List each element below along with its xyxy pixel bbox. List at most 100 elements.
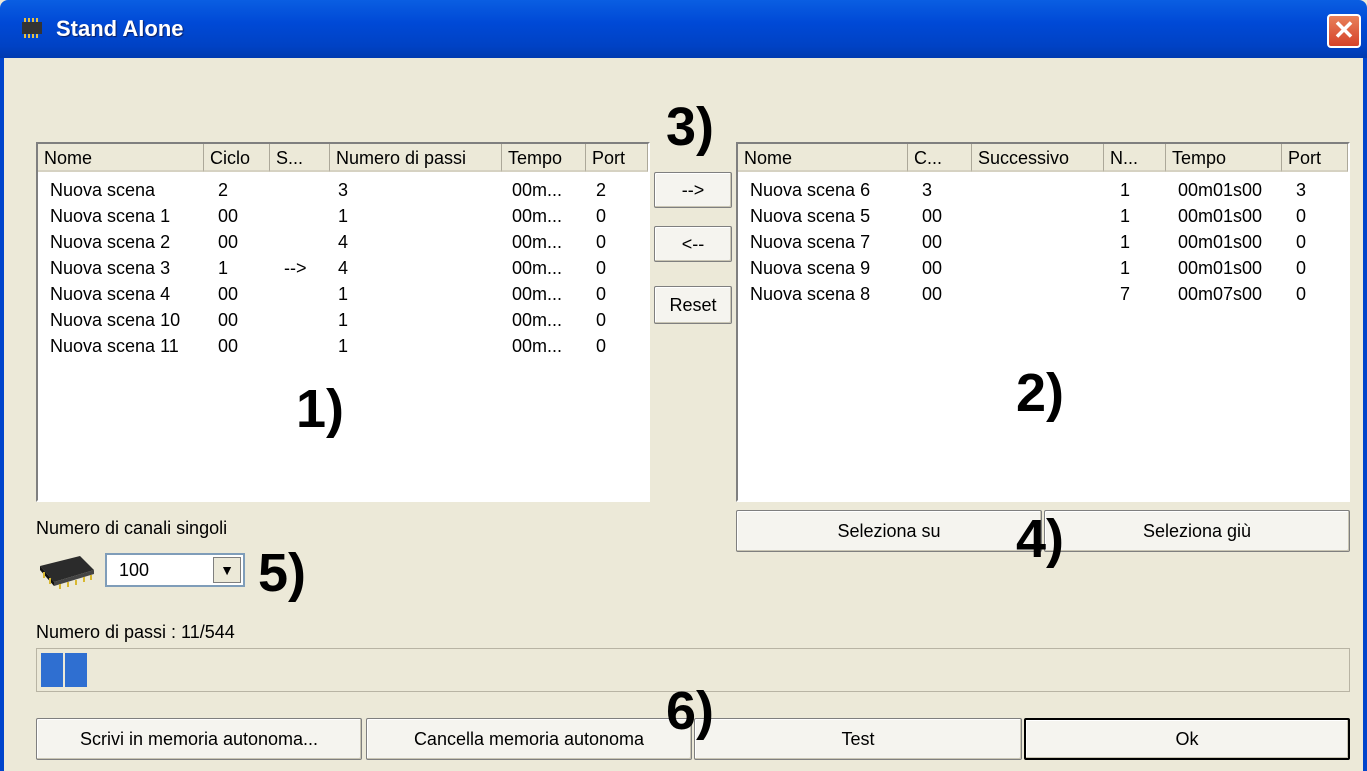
column-header[interactable]: Numero di passi [330, 144, 502, 172]
list-item[interactable]: Nuova scena 5 00 1 00m01s00 0 [738, 203, 1348, 229]
list-cell: 1 [218, 258, 229, 278]
list-cell: 00m... [512, 180, 563, 200]
ok-button[interactable]: Ok [1024, 718, 1350, 760]
channels-label: Numero di canali singoli [36, 518, 228, 538]
column-header[interactable]: Port [1282, 144, 1348, 172]
list-cell: 1 [1120, 258, 1131, 278]
list-cell: 0 [596, 310, 607, 330]
list-cell: 3 [338, 180, 349, 200]
list-cell: 3 [1296, 180, 1307, 200]
annotation-3: 3) [666, 97, 715, 157]
column-header[interactable]: Tempo [1166, 144, 1282, 172]
column-header[interactable]: Successivo [972, 144, 1104, 172]
list-cell: 0 [1296, 232, 1307, 252]
test-button[interactable]: Test [694, 718, 1022, 760]
add-to-memory-button[interactable]: --> [654, 172, 732, 208]
list-item[interactable]: Nuova scena 3 1 --> 4 00m... 0 [38, 255, 648, 281]
annotation-4: 4) [1016, 509, 1065, 569]
list-item[interactable]: Nuova scena 6 3 1 00m01s00 3 [738, 177, 1348, 203]
list-cell: 4 [338, 258, 349, 278]
list-cell: 4 [338, 232, 349, 252]
list-cell: 00 [922, 284, 943, 304]
list-cell: 00m... [512, 232, 563, 252]
list-cell: Nuova scena 10 [50, 310, 181, 330]
list-cell: 00 [218, 336, 239, 356]
list-item[interactable]: Nuova scena 2 3 00m... 2 [38, 177, 648, 203]
list-cell: 00m01s00 [1178, 206, 1263, 226]
chevron-down-icon[interactable]: ▼ [213, 557, 241, 583]
list-cell: 7 [1120, 284, 1131, 304]
list-cell: Nuova scena 4 [50, 284, 171, 304]
erase-memory-button[interactable]: Cancella memoria autonoma [366, 718, 692, 760]
list-cell: 1 [338, 206, 349, 226]
steps-label: Numero di passi : 11/544 [36, 622, 235, 642]
list-item[interactable]: Nuova scena 2 00 4 00m... 0 [38, 229, 648, 255]
column-header[interactable]: Nome [38, 144, 204, 172]
list-cell: 00 [218, 310, 239, 330]
column-header[interactable]: Port [586, 144, 648, 172]
list-cell: Nuova scena 1 [50, 206, 171, 226]
list-cell: 00m01s00 [1178, 232, 1263, 252]
list-cell: 0 [596, 232, 607, 252]
select-down-button[interactable]: Seleziona giù [1044, 510, 1350, 552]
list-cell: Nuova scena 5 [750, 206, 871, 226]
list-cell: Nuova scena 7 [750, 232, 871, 252]
remove-from-memory-button[interactable]: <-- [654, 226, 732, 262]
list-cell: 00m... [512, 258, 563, 278]
channels-select[interactable]: 100 ▼ [105, 553, 245, 587]
title-bar[interactable]: Stand Alone ✕ [0, 0, 1367, 58]
stand-alone-window: Stand Alone ✕ Nome Ciclo S... Numero di pas… [0, 0, 1367, 771]
list-cell: 0 [596, 206, 607, 226]
list-cell: 00m... [512, 284, 563, 304]
list-cell: 0 [1296, 206, 1307, 226]
column-header[interactable]: Ciclo [204, 144, 270, 172]
list-cell: 00 [922, 232, 943, 252]
progress-block [65, 653, 87, 687]
column-header[interactable]: S... [270, 144, 330, 172]
column-header[interactable]: Tempo [502, 144, 586, 172]
list-item[interactable]: Nuova scena 9 00 1 00m01s00 0 [738, 255, 1348, 281]
list-cell: Nuova scena 3 [50, 258, 171, 278]
list-cell: 00m... [512, 206, 563, 226]
list-cell: 00m01s00 [1178, 258, 1263, 278]
list-item[interactable]: Nuova scena 4 00 1 00m... 0 [38, 281, 648, 307]
list-cell: 1 [1120, 232, 1131, 252]
annotation-1: 1) [296, 379, 345, 439]
annotation-6: 6) [666, 681, 715, 741]
reset-button[interactable]: Reset [654, 286, 732, 324]
column-header[interactable]: N... [1104, 144, 1166, 172]
column-header[interactable]: Nome [738, 144, 908, 172]
list-cell: 0 [1296, 258, 1307, 278]
list-cell: 00m... [512, 336, 563, 356]
list-item[interactable]: Nuova scena 11 00 1 00m... 0 [38, 333, 648, 359]
select-up-button[interactable]: Seleziona su [736, 510, 1042, 552]
scene-list-memory[interactable]: Nome C... Successivo N... Tempo Port Nuova sc… [736, 142, 1350, 502]
list-cell: 2 [218, 180, 229, 200]
list-cell: 00 [218, 232, 239, 252]
list-cell: Nuova scena 9 [750, 258, 871, 278]
list-cell: 00m01s00 [1178, 180, 1263, 200]
list-cell: 0 [596, 284, 607, 304]
list-cell: 1 [1120, 180, 1131, 200]
list-cell: 1 [338, 310, 349, 330]
list-item[interactable]: Nuova scena 7 00 1 00m01s00 0 [738, 229, 1348, 255]
list-cell: 1 [338, 284, 349, 304]
list-cell: 00 [922, 206, 943, 226]
write-memory-button[interactable]: Scrivi in memoria autonoma... [36, 718, 362, 760]
list-cell: 00 [218, 284, 239, 304]
list-cell: Nuova scena [50, 180, 156, 200]
close-button[interactable]: ✕ [1327, 14, 1361, 48]
list-item[interactable]: Nuova scena 8 00 7 00m07s00 0 [738, 281, 1348, 307]
list-cell: Nuova scena 6 [750, 180, 871, 200]
list-cell: 00 [218, 206, 239, 226]
column-header[interactable]: C... [908, 144, 972, 172]
list-cell: 0 [596, 258, 607, 278]
list-cell: --> [284, 258, 307, 278]
annotation-2: 2) [1016, 363, 1065, 423]
list-item[interactable]: Nuova scena 10 00 1 00m... 0 [38, 307, 648, 333]
window-frame-right [1363, 58, 1367, 771]
list-cell: 3 [922, 180, 933, 200]
list-cell: Nuova scena 2 [50, 232, 171, 252]
list-item[interactable]: Nuova scena 1 00 1 00m... 0 [38, 203, 648, 229]
scene-list-available[interactable]: Nome Ciclo S... Numero di passi Tempo Port Nu… [36, 142, 650, 502]
